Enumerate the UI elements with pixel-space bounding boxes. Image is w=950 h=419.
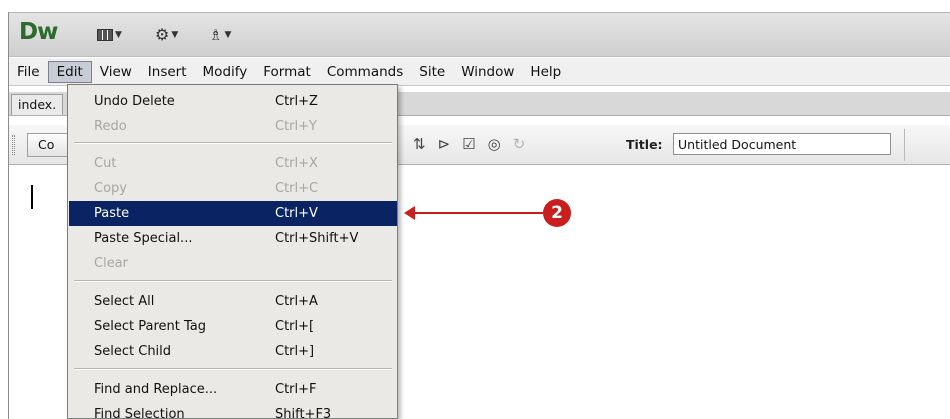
text-cursor (31, 185, 33, 209)
layout-menu-button[interactable]: ▼ (97, 25, 122, 45)
chevron-down-icon: ▼ (171, 30, 179, 40)
menu-option-find-and-replace[interactable]: Find and Replace... Ctrl+F (69, 377, 397, 402)
menu-separator (74, 280, 392, 282)
gear-icon: ⚙ (155, 25, 170, 44)
extend-menu-button[interactable]: ⚙ ▼ (155, 25, 178, 45)
menu-option-select-child[interactable]: Select Child Ctrl+] (69, 339, 397, 364)
title-label: Title: (626, 137, 663, 152)
preview-browser-icon[interactable]: ⊳ (438, 135, 451, 153)
refresh-icon[interactable]: ↻ (513, 135, 526, 153)
menu-option-copy[interactable]: Copy Ctrl+C (69, 176, 397, 201)
menu-separator (74, 142, 392, 144)
file-transfer-icon[interactable]: ⇅ (413, 135, 426, 153)
menu-option-select-parent-tag[interactable]: Select Parent Tag Ctrl+[ (69, 314, 397, 339)
menu-option-redo[interactable]: Redo Ctrl+Y (69, 114, 397, 139)
menu-option-paste[interactable]: Paste Ctrl+V (69, 201, 397, 226)
step-number-badge: 2 (543, 199, 571, 227)
menu-option-cut[interactable]: Cut Ctrl+X (69, 151, 397, 176)
chevron-down-icon: ▼ (224, 30, 232, 40)
check-page-icon[interactable]: ☑ (462, 135, 475, 153)
menu-bar: File Edit View Insert Modify Format Comm… (9, 58, 950, 86)
menu-option-paste-special[interactable]: Paste Special... Ctrl+Shift+V (69, 226, 397, 251)
annotation-arrow-head-icon (404, 206, 415, 220)
toolbar-icons: ⇅ ⊳ ☑ ◎ ↻ (413, 135, 525, 153)
document-title-field[interactable] (673, 133, 891, 155)
menu-option-find-selection[interactable]: Find Selection Shift+F3 (69, 402, 397, 418)
menu-option-undo-delete[interactable]: Undo Delete Ctrl+Z (69, 89, 397, 114)
menu-edit[interactable]: Edit (47, 60, 92, 83)
menu-option-clear[interactable]: Clear (69, 251, 397, 276)
menu-file[interactable]: File (9, 61, 48, 83)
edit-menu-dropdown: Undo Delete Ctrl+Z Redo Ctrl+Y Cut Ctrl+… (67, 84, 398, 419)
layout-icon (97, 29, 113, 41)
menu-insert[interactable]: Insert (140, 61, 195, 83)
menu-format[interactable]: Format (255, 61, 319, 83)
menu-window[interactable]: Window (453, 61, 522, 83)
application-bar: Dw ▼ ⚙ ▼ ♗ ▼ (9, 13, 950, 57)
toolbar-divider (904, 129, 905, 161)
site-menu-button[interactable]: ♗ ▼ (209, 25, 231, 45)
menu-separator (74, 368, 392, 370)
chevron-down-icon: ▼ (115, 30, 122, 40)
menu-site[interactable]: Site (411, 61, 453, 83)
menu-option-select-all[interactable]: Select All Ctrl+A (69, 289, 397, 314)
menu-commands[interactable]: Commands (319, 61, 411, 83)
dreamweaver-logo: Dw (19, 19, 58, 45)
menu-modify[interactable]: Modify (195, 61, 256, 83)
menu-view[interactable]: View (92, 61, 140, 83)
toolbar-grip[interactable] (12, 135, 15, 155)
site-icon: ♗ (209, 26, 223, 44)
annotation-arrow-line (412, 212, 544, 214)
menu-help[interactable]: Help (522, 61, 569, 83)
document-tab[interactable]: index. (11, 94, 64, 115)
visual-aids-icon[interactable]: ◎ (488, 135, 501, 153)
